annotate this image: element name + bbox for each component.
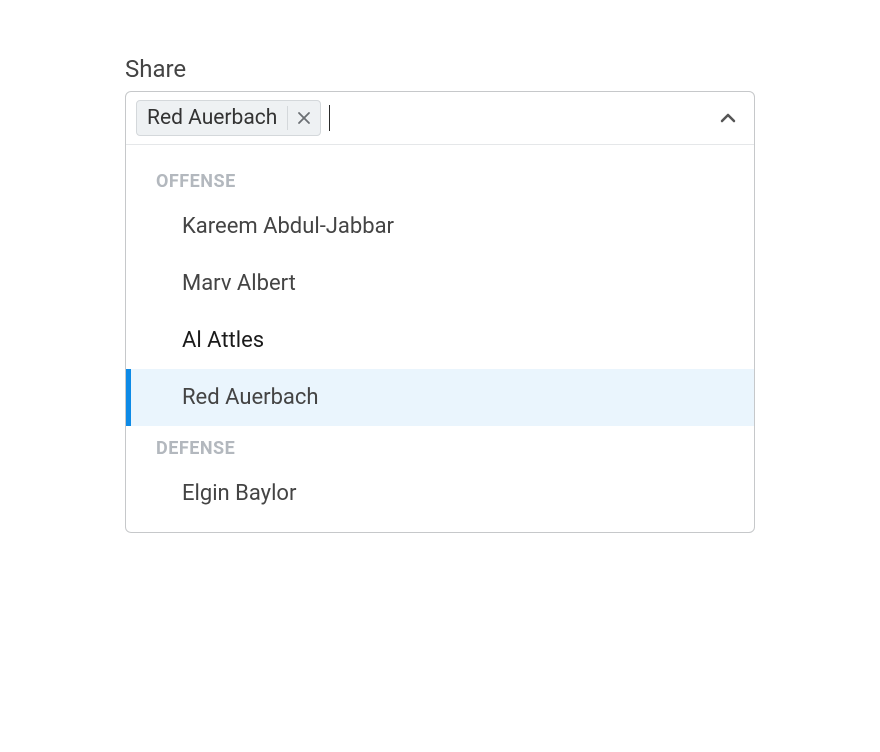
chip-label: Red Auerbach (137, 101, 287, 135)
dropdown-toggle[interactable] (712, 104, 744, 132)
close-icon (297, 111, 311, 125)
option-item[interactable]: Marv Albert (126, 255, 754, 312)
chip-remove-button[interactable] (287, 106, 320, 130)
options-listbox: OFFENSEKareem Abdul-JabbarMarv AlbertAl … (126, 145, 754, 532)
option-group-label: OFFENSE (126, 159, 754, 198)
chevron-up-icon (718, 108, 738, 128)
option-item[interactable]: Kareem Abdul-Jabbar (126, 198, 754, 255)
multiselect-combobox[interactable]: Red Auerbach OFFENSEKareem Abdul-JabbarM… (125, 91, 755, 533)
field-label: Share (125, 55, 755, 83)
select-input-row[interactable]: Red Auerbach (126, 92, 754, 145)
option-group-label: DEFENSE (126, 426, 754, 465)
option-item[interactable]: Elgin Baylor (126, 465, 754, 522)
option-item[interactable]: Red Auerbach (126, 369, 754, 426)
selected-chip: Red Auerbach (136, 100, 321, 136)
option-item[interactable]: Al Attles (126, 312, 754, 369)
text-cursor (329, 105, 330, 131)
